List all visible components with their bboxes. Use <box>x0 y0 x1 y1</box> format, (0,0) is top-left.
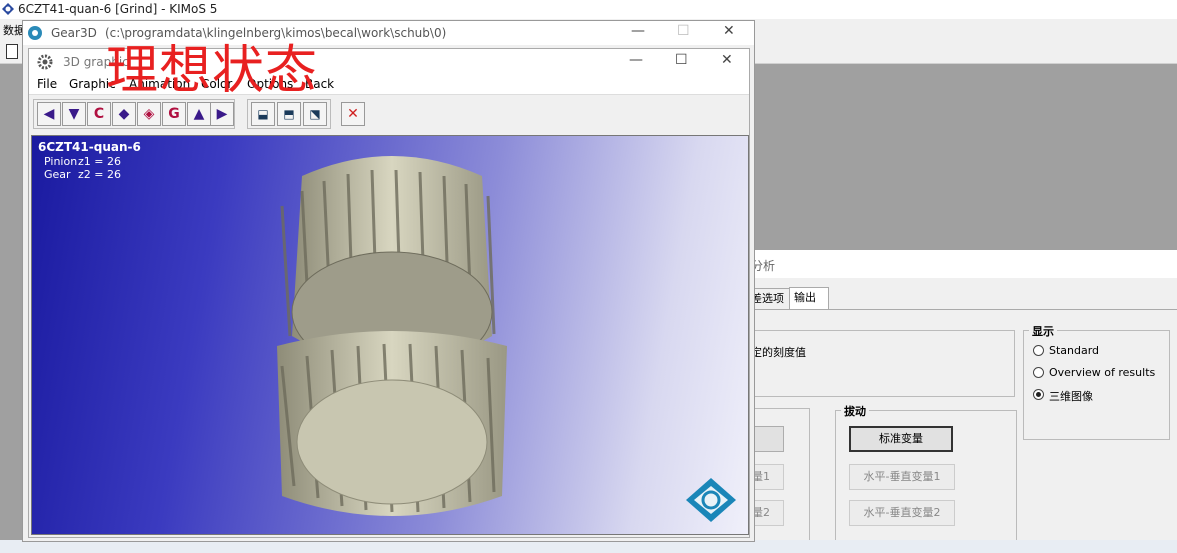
hv-variable-1-button[interactable]: 水平-垂直变量1 <box>849 464 955 490</box>
radio-standard[interactable] <box>1033 345 1044 356</box>
new-file-icon[interactable] <box>6 44 18 59</box>
shift-group-title: 拔动 <box>841 403 869 419</box>
diamond-center-icon[interactable]: ◈ <box>137 102 161 126</box>
graphic-toolbar: ◀ ▼ C ◆ ◈ G ▲ ▶ ⬓ ⬒ ⬔ ✕ <box>29 96 749 130</box>
lower-gear <box>277 331 507 516</box>
view-gear-icon[interactable]: ⬒ <box>277 102 301 126</box>
kimos-app-icon <box>2 3 14 15</box>
close-icon[interactable]: ✕ <box>723 23 735 39</box>
tab-panel-border <box>741 309 1177 310</box>
arrow-down-icon[interactable]: ▼ <box>62 102 86 126</box>
gear3d-app-icon <box>27 25 43 41</box>
radio-3d-image[interactable] <box>1033 389 1044 400</box>
minimize-icon[interactable]: — <box>631 23 645 39</box>
gear-settings-icon <box>37 54 53 70</box>
display-group-title: 显示 <box>1029 323 1057 339</box>
radio-3d-image-label: 三维图像 <box>1049 390 1093 403</box>
hv-variable-1-button-label: 水平-垂直变量1 <box>863 470 941 483</box>
analysis-dialog: 分析 差选项 输出 定的刻度值 显示 Standard Overview of … <box>739 250 1177 550</box>
graphic-close-icon[interactable]: ✕ <box>721 52 733 68</box>
g-icon[interactable]: G <box>162 102 186 126</box>
tab-output[interactable]: 输出 <box>789 287 829 310</box>
radio-overview[interactable] <box>1033 367 1044 378</box>
rotate-c-icon[interactable]: C <box>87 102 111 126</box>
tab-output-label: 输出 <box>794 291 816 304</box>
graphic-maximize-icon[interactable]: ☐ <box>675 52 688 68</box>
hv-variable-2-button[interactable]: 水平-垂直变量2 <box>849 500 955 526</box>
main-title-bar: 6CZT41-quan-6 [Grind] - KIMoS 5 <box>0 0 1177 19</box>
view-pinion-icon[interactable]: ⬓ <box>251 102 275 126</box>
graphic-window: 3D graphic — ☐ ✕ File Graphic Animation … <box>28 48 750 538</box>
scale-group <box>739 330 1015 397</box>
3d-viewport[interactable]: 6CZT41-quan-6 Pinion z1 = 26 Gear z2 = 2… <box>31 135 749 535</box>
view-both-icon[interactable]: ⬔ <box>303 102 327 126</box>
overlay-annotation: 理想状态 <box>106 41 319 101</box>
scale-label: 定的刻度值 <box>751 346 806 359</box>
klingelnberg-logo-icon <box>684 476 738 524</box>
standard-variable-button[interactable]: 标准变量 <box>849 426 953 452</box>
hv-variable-2-button-label: 水平-垂直变量2 <box>863 506 941 519</box>
diamond-icon[interactable]: ◆ <box>112 102 136 126</box>
standard-variable-button-label: 标准变量 <box>879 432 923 445</box>
main-window-title: 6CZT41-quan-6 [Grind] - KIMoS 5 <box>18 2 218 16</box>
radio-standard-label: Standard <box>1049 344 1100 357</box>
gear-pair-render <box>277 156 507 516</box>
arrow-left-icon[interactable]: ◀ <box>37 102 61 126</box>
maximize-icon[interactable]: ☐ <box>677 23 690 39</box>
tab-options-label: 差选项 <box>751 292 784 305</box>
arrow-up-icon[interactable]: ▲ <box>187 102 211 126</box>
arrow-right-icon[interactable]: ▶ <box>210 102 234 126</box>
gear3d-path: (c:\programdata\klingelnberg\kimos\becal… <box>105 26 447 40</box>
analysis-dialog-title-bar: 分析 <box>741 250 1177 278</box>
gear3d-title: Gear3D <box>51 26 97 40</box>
close-x-icon[interactable]: ✕ <box>341 102 365 126</box>
menu-file[interactable]: File <box>37 77 57 91</box>
radio-overview-label: Overview of results <box>1049 366 1156 379</box>
graphic-minimize-icon[interactable]: — <box>629 52 643 68</box>
